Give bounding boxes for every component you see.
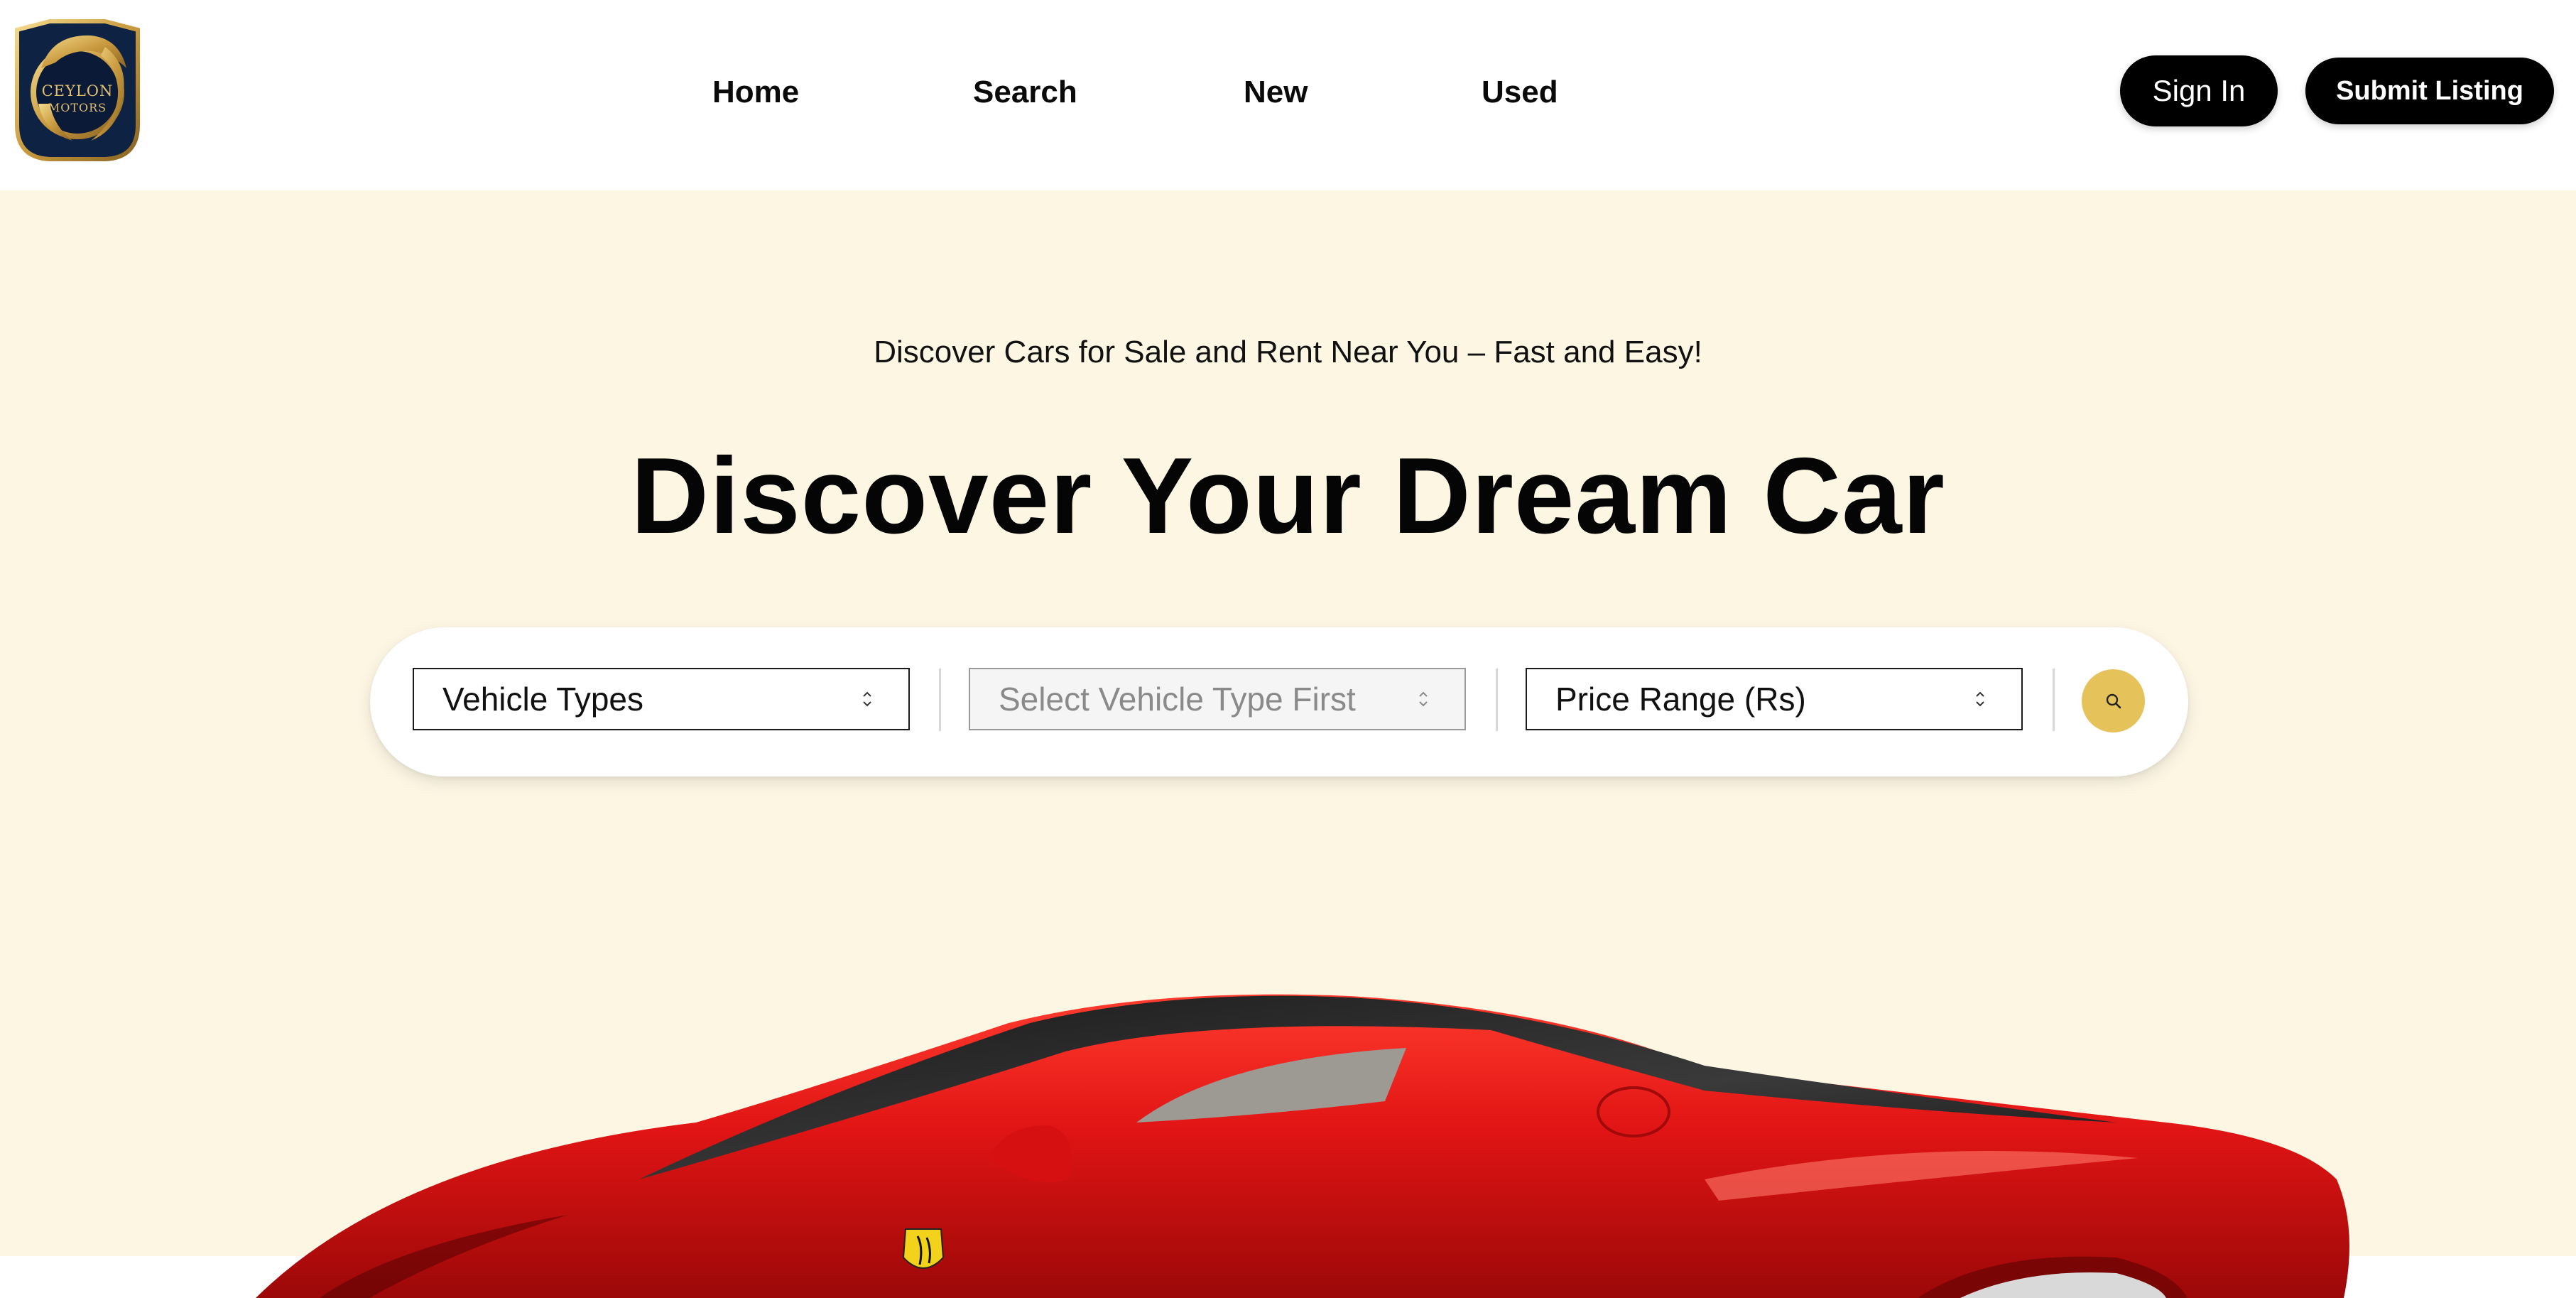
- price-range-value: Price Range (Rs): [1555, 681, 1806, 718]
- hero-subtitle: Discover Cars for Sale and Rent Near You…: [874, 335, 1702, 369]
- vehicle-types-select[interactable]: Vehicle Types: [413, 668, 910, 730]
- vehicle-model-placeholder: Select Vehicle Type First: [999, 681, 1356, 718]
- select-chevron-icon: [860, 669, 874, 729]
- vehicle-types-value: Vehicle Types: [442, 681, 644, 718]
- search-divider: [2053, 669, 2055, 731]
- vehicle-model-select[interactable]: Select Vehicle Type First: [969, 668, 1466, 730]
- search-icon: [2106, 693, 2121, 709]
- price-range-select[interactable]: Price Range (Rs): [1526, 668, 2023, 730]
- search-divider: [939, 669, 941, 731]
- red-sports-car-image: [0, 945, 2576, 1298]
- search-button[interactable]: [2082, 669, 2145, 732]
- search-divider: [1496, 669, 1498, 731]
- logo-text-ceylon: CEYLON: [41, 82, 114, 99]
- ceylon-motors-logo[interactable]: CEYLON MOTORS: [13, 18, 142, 162]
- nav-new[interactable]: New: [1244, 70, 1308, 115]
- select-chevron-icon: [1416, 669, 1430, 729]
- sign-in-button[interactable]: Sign In: [2120, 55, 2278, 126]
- hero-title: Discover Your Dream Car: [631, 436, 1945, 556]
- logo-text-motors: MOTORS: [48, 101, 107, 114]
- nav-used[interactable]: Used: [1482, 70, 1558, 115]
- nav-search[interactable]: Search: [973, 70, 1077, 115]
- nav-home[interactable]: Home: [712, 70, 799, 115]
- submit-listing-button[interactable]: Submit Listing: [2305, 58, 2554, 124]
- site-header: CEYLON MOTORS Home Search New Used Sign …: [0, 0, 2576, 190]
- select-chevron-icon: [1973, 669, 1987, 729]
- vehicle-search-bar: Vehicle Types Select Vehicle Type First …: [370, 627, 2188, 777]
